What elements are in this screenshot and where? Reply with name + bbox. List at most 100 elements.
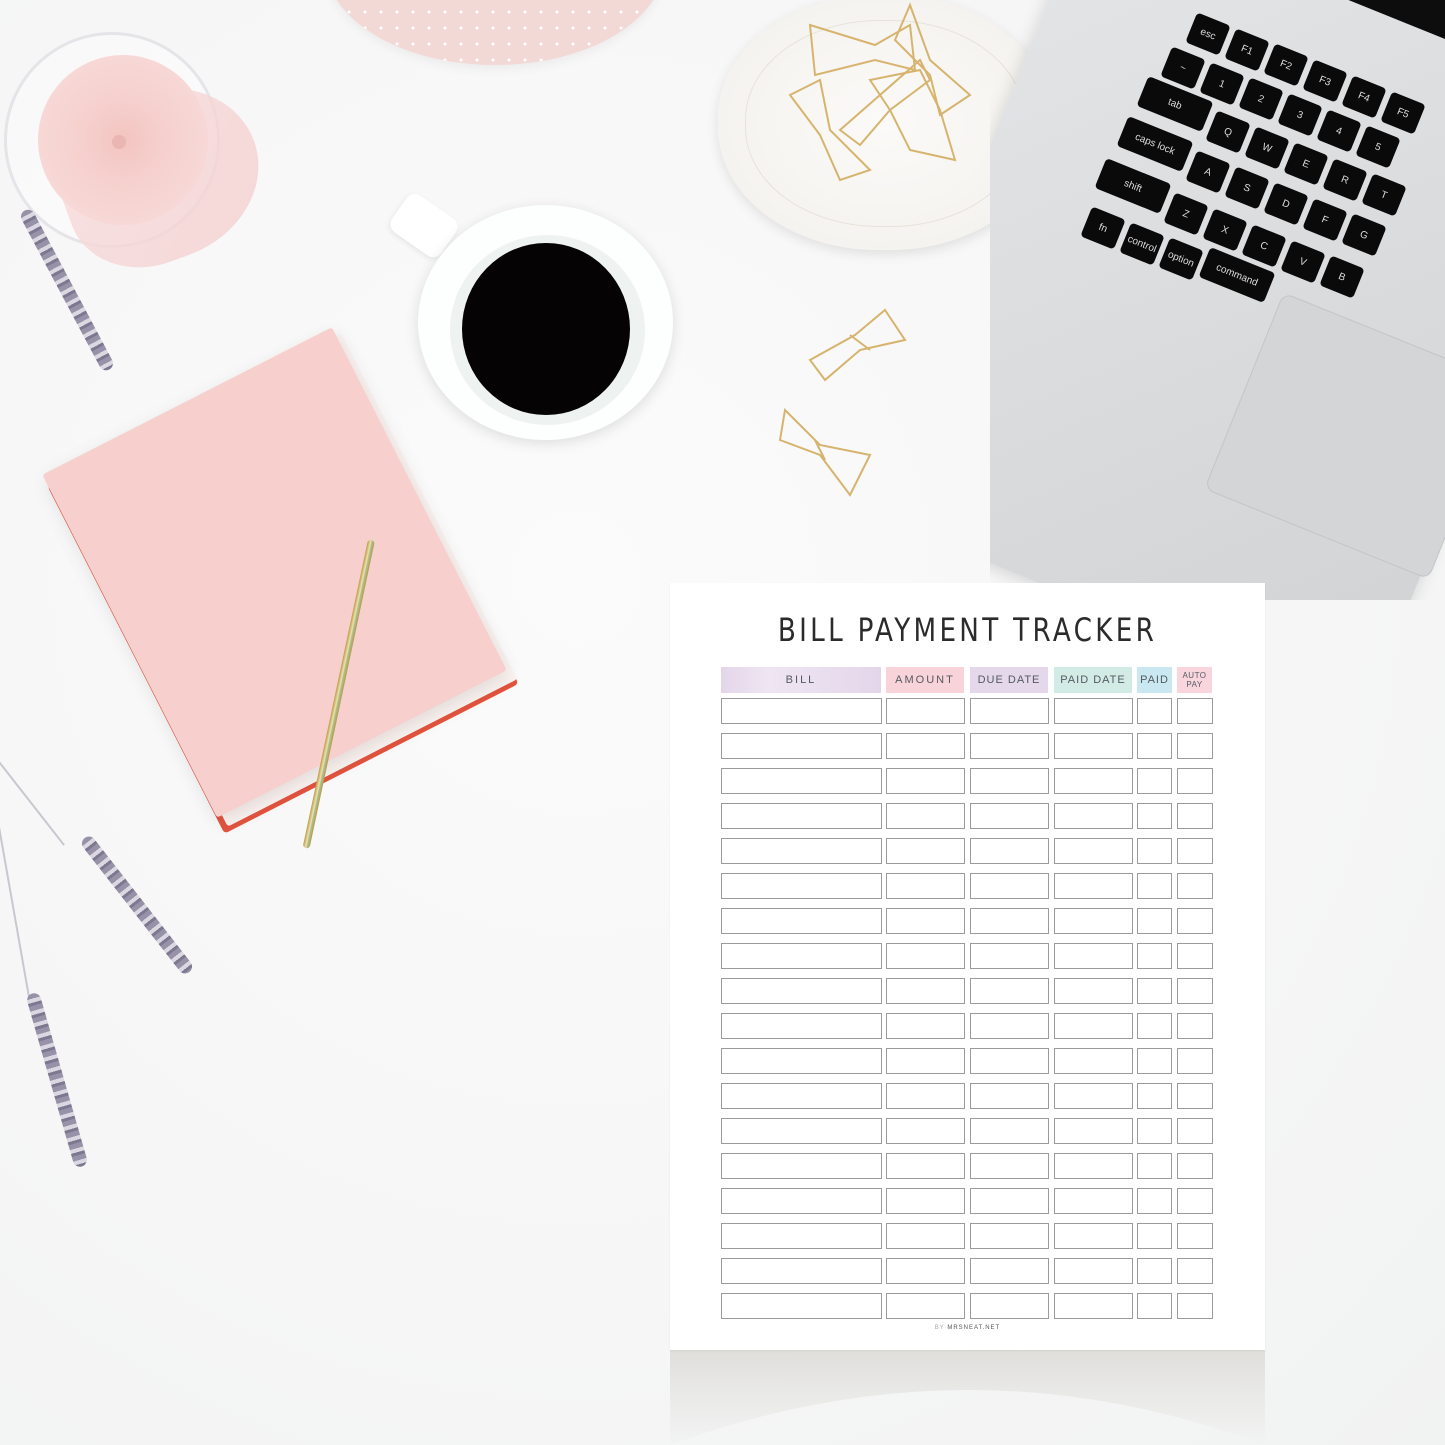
tracker-cell-amount[interactable] [886,733,965,759]
tracker-cell-paid[interactable] [1137,1223,1172,1249]
tracker-cell-auto-pay[interactable] [1177,873,1213,899]
tracker-cell-paid-date[interactable] [1054,908,1133,934]
key-4[interactable]: 4 [1316,109,1362,153]
tracker-cell-bill[interactable] [721,803,882,829]
tracker-cell-due-date[interactable] [970,803,1049,829]
tracker-cell-amount[interactable] [886,978,965,1004]
tracker-cell-bill[interactable] [721,978,882,1004]
key-f3[interactable]: F3 [1302,59,1348,103]
tracker-cell-paid-date[interactable] [1054,768,1133,794]
tracker-cell-bill[interactable] [721,838,882,864]
tracker-cell-amount[interactable] [886,943,965,969]
tracker-cell-bill[interactable] [721,1188,882,1214]
tracker-cell-bill[interactable] [721,908,882,934]
key-5[interactable]: 5 [1355,125,1401,169]
tracker-cell-auto-pay[interactable] [1177,1048,1213,1074]
tracker-cell-amount[interactable] [886,698,965,724]
tracker-cell-bill[interactable] [721,1223,882,1249]
tracker-cell-bill[interactable] [721,1258,882,1284]
tracker-cell-amount[interactable] [886,1293,965,1319]
tracker-cell-bill[interactable] [721,1118,882,1144]
tracker-cell-paid[interactable] [1137,1048,1172,1074]
tracker-cell-due-date[interactable] [970,873,1049,899]
tracker-cell-paid-date[interactable] [1054,873,1133,899]
tracker-cell-paid-date[interactable] [1054,733,1133,759]
tracker-cell-bill[interactable] [721,1083,882,1109]
tracker-cell-due-date[interactable] [970,943,1049,969]
tracker-cell-paid-date[interactable] [1054,1153,1133,1179]
tracker-cell-paid-date[interactable] [1054,978,1133,1004]
tracker-cell-due-date[interactable] [970,978,1049,1004]
tracker-cell-amount[interactable] [886,838,965,864]
tracker-cell-auto-pay[interactable] [1177,978,1213,1004]
tracker-cell-amount[interactable] [886,1118,965,1144]
key-f1[interactable]: F1 [1224,28,1270,72]
tracker-cell-paid[interactable] [1137,1153,1172,1179]
tracker-cell-due-date[interactable] [970,908,1049,934]
key-fn[interactable]: fn [1080,206,1126,250]
tracker-cell-paid-date[interactable] [1054,1188,1133,1214]
tracker-cell-amount[interactable] [886,1013,965,1039]
tracker-cell-amount[interactable] [886,803,965,829]
tracker-cell-paid-date[interactable] [1054,1293,1133,1319]
tracker-cell-paid[interactable] [1137,1083,1172,1109]
tracker-cell-auto-pay[interactable] [1177,1118,1213,1144]
tracker-cell-bill[interactable] [721,1153,882,1179]
key-x[interactable]: X [1202,208,1249,252]
key-2[interactable]: 2 [1238,77,1284,122]
key-q[interactable]: Q [1205,110,1252,155]
key-b[interactable]: B [1319,255,1365,299]
tracker-cell-amount[interactable] [886,873,965,899]
tracker-cell-auto-pay[interactable] [1177,768,1213,794]
key-r[interactable]: R [1322,158,1368,202]
key-3[interactable]: 3 [1277,93,1323,137]
tracker-cell-bill[interactable] [721,943,882,969]
tracker-cell-due-date[interactable] [970,1013,1049,1039]
key-e[interactable]: E [1283,142,1330,186]
key-w[interactable]: W [1244,126,1291,170]
tracker-cell-auto-pay[interactable] [1177,943,1213,969]
tracker-cell-amount[interactable] [886,1153,965,1179]
tracker-cell-auto-pay[interactable] [1177,1293,1213,1319]
key-c[interactable]: C [1241,224,1288,268]
key-v[interactable]: V [1280,240,1326,284]
key-control[interactable]: control [1119,222,1165,266]
tracker-cell-auto-pay[interactable] [1177,1083,1213,1109]
tracker-cell-due-date[interactable] [970,1293,1049,1319]
tracker-cell-auto-pay[interactable] [1177,838,1213,864]
tracker-cell-paid-date[interactable] [1054,698,1133,724]
key-z[interactable]: Z [1163,192,1210,237]
key-f2[interactable]: F2 [1263,43,1309,88]
tracker-cell-amount[interactable] [886,1258,965,1284]
tracker-cell-paid[interactable] [1137,1118,1172,1144]
key-s[interactable]: S [1224,166,1271,210]
tracker-cell-amount[interactable] [886,1083,965,1109]
tracker-cell-due-date[interactable] [970,1048,1049,1074]
tracker-cell-due-date[interactable] [970,768,1049,794]
tracker-cell-paid[interactable] [1137,978,1172,1004]
tracker-cell-paid[interactable] [1137,1188,1172,1214]
tracker-cell-bill[interactable] [721,768,882,794]
tracker-cell-auto-pay[interactable] [1177,698,1213,724]
tracker-cell-bill[interactable] [721,1293,882,1319]
tracker-cell-amount[interactable] [886,908,965,934]
tracker-cell-amount[interactable] [886,1223,965,1249]
tracker-cell-paid-date[interactable] [1054,943,1133,969]
tracker-cell-due-date[interactable] [970,838,1049,864]
key-f4[interactable]: F4 [1341,75,1387,119]
tracker-cell-paid[interactable] [1137,803,1172,829]
tracker-cell-due-date[interactable] [970,1258,1049,1284]
key-d[interactable]: D [1263,182,1310,226]
tracker-cell-paid-date[interactable] [1054,1013,1133,1039]
key-option[interactable]: option [1158,237,1204,282]
tracker-cell-paid[interactable] [1137,1013,1172,1039]
tracker-cell-paid[interactable] [1137,768,1172,794]
tracker-cell-auto-pay[interactable] [1177,1013,1213,1039]
laptop-keyboard[interactable]: esc F1 F2 F3 F4 F5 ~1 2 3 4 5 tab Q W E R Tcaps lock A S D F… [990,0,1445,360]
tracker-cell-bill[interactable] [721,1013,882,1039]
tracker-cell-paid-date[interactable] [1054,1118,1133,1144]
tracker-cell-paid-date[interactable] [1054,803,1133,829]
tracker-cell-paid[interactable] [1137,838,1172,864]
tracker-cell-auto-pay[interactable] [1177,1223,1213,1249]
tracker-cell-paid-date[interactable] [1054,1223,1133,1249]
